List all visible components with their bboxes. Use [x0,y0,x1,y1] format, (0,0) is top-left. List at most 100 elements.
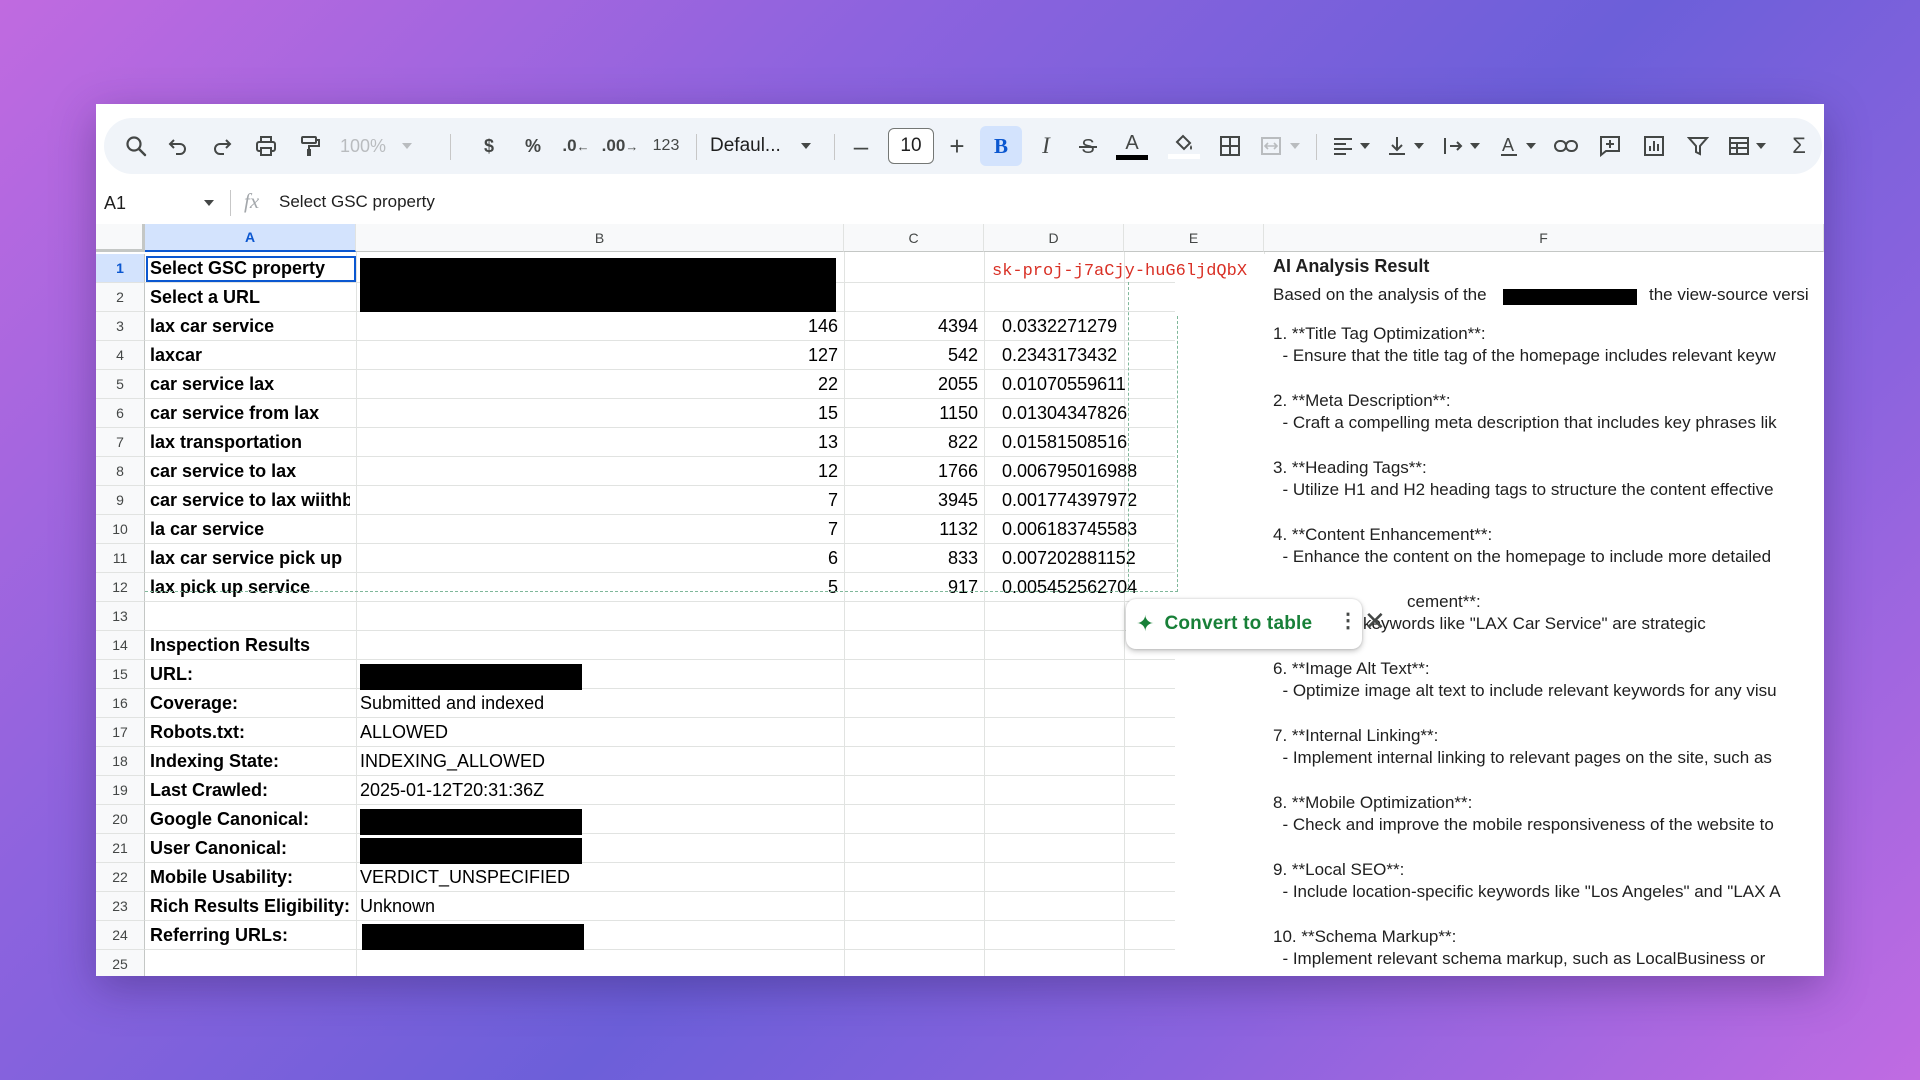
keyword-query[interactable]: lax car service pick up [150,544,350,573]
functions-icon[interactable]: Σ [1784,118,1814,174]
decrease-decimal-button[interactable]: .0 ← [558,118,594,174]
increase-font-size-button[interactable]: + [940,118,974,174]
keyword-column-b-value[interactable]: 7 [360,515,838,544]
keyword-column-b-value[interactable]: 15 [360,399,838,428]
column-header-b[interactable]: B [356,224,844,252]
cell-d1[interactable]: sk-proj-j7aCjy-huG6ljdQbX [992,257,1258,286]
row-header[interactable]: 1 [96,254,145,283]
keyword-query[interactable]: la car service [150,515,350,544]
name-box[interactable]: A1 [104,190,222,216]
row-header[interactable]: 20 [96,805,145,834]
decrease-font-size-button[interactable]: – [844,118,878,174]
row-header[interactable]: 25 [96,950,145,976]
print-icon[interactable] [248,118,284,174]
text-wrapping-icon[interactable] [1436,118,1486,174]
formula-input[interactable]: Select GSC property [279,192,435,212]
row-header[interactable]: 4 [96,341,145,370]
strikethrough-icon[interactable]: S [1068,118,1108,174]
mobile-label[interactable]: Mobile Usability: [150,863,350,892]
keyword-column-d-value[interactable]: 0.01070559611 [988,370,1138,399]
mobile-value[interactable]: VERDICT_UNSPECIFIED [360,863,760,892]
row-header[interactable]: 18 [96,747,145,776]
borders-icon[interactable] [1210,118,1250,174]
referring-urls-label[interactable]: Referring URLs: [150,921,350,950]
keyword-column-b-value[interactable]: 12 [360,457,838,486]
paint-format-icon[interactable] [292,118,328,174]
keyword-query[interactable]: car service to lax wiithb [150,486,350,515]
keyword-column-d-value[interactable]: 0.01304347826 [988,399,1138,428]
keyword-column-c-value[interactable]: 2055 [848,370,978,399]
row-header[interactable]: 12 [96,573,145,602]
keyword-query[interactable]: lax car service [150,312,350,341]
keyword-query[interactable]: car service to lax [150,457,350,486]
inspection-title[interactable]: Inspection Results [150,631,350,660]
row-header[interactable]: 3 [96,312,145,341]
vertical-align-icon[interactable] [1380,118,1430,174]
keyword-column-b-value[interactable]: 13 [360,428,838,457]
convert-to-table-button[interactable]: Convert to table [1164,613,1312,635]
keyword-query[interactable]: lax transportation [150,428,350,457]
select-all-corner[interactable] [96,224,145,252]
keyword-column-c-value[interactable]: 1150 [848,399,978,428]
column-header-d[interactable]: D [984,224,1124,252]
keyword-column-b-value[interactable]: 22 [360,370,838,399]
robots-value[interactable]: ALLOWED [360,718,760,747]
search-icon[interactable] [118,118,154,174]
keyword-column-d-value[interactable]: 0.2343173432 [988,341,1138,370]
fill-color-button[interactable] [1164,118,1204,174]
keyword-query[interactable]: laxcar [150,341,350,370]
rich-results-label[interactable]: Rich Results Eligibility: [150,892,356,921]
url-label[interactable]: URL: [150,660,350,689]
bold-button[interactable]: B [980,126,1022,166]
keyword-column-c-value[interactable]: 1766 [848,457,978,486]
row-header[interactable]: 7 [96,428,145,457]
cell-a2[interactable]: Select a URL [150,283,350,312]
keyword-column-b-value[interactable]: 6 [360,544,838,573]
row-header[interactable]: 16 [96,689,145,718]
more-formats-button[interactable]: 123 [646,118,686,174]
keyword-column-b-value[interactable]: 127 [360,341,838,370]
row-header[interactable]: 23 [96,892,145,921]
row-header[interactable]: 17 [96,718,145,747]
keyword-column-c-value[interactable]: 822 [848,428,978,457]
horizontal-align-icon[interactable] [1326,118,1376,174]
row-header[interactable]: 8 [96,457,145,486]
row-header[interactable]: 10 [96,515,145,544]
spreadsheet-grid[interactable]: A B C D E F 1 2 3 4 5 6 7 8 9 10 11 12 13 14 15 16 17 18 1… [96,224,1824,976]
font-select[interactable]: Defaul... [710,118,820,174]
more-options-icon[interactable]: ⋮ [1338,611,1358,631]
column-header-f[interactable]: F [1264,224,1824,252]
row-header[interactable]: 13 [96,602,145,631]
column-header-c[interactable]: C [844,224,984,252]
keyword-column-b-value[interactable]: 5 [360,573,838,602]
text-rotation-icon[interactable]: A [1492,118,1542,174]
currency-format-button[interactable]: $ [474,118,504,174]
italic-button[interactable]: I [1026,118,1066,174]
row-header[interactable]: 21 [96,834,145,863]
keyword-column-d-value[interactable]: 0.01581508516 [988,428,1138,457]
row-header[interactable]: 19 [96,776,145,805]
indexing-value[interactable]: INDEXING_ALLOWED [360,747,760,776]
keyword-column-c-value[interactable]: 542 [848,341,978,370]
keyword-query[interactable]: car service lax [150,370,350,399]
text-color-button[interactable]: A [1112,118,1152,174]
keyword-column-d-value[interactable]: 0.006795016988 [988,457,1138,486]
crawled-label[interactable]: Last Crawled: [150,776,350,805]
crawled-value[interactable]: 2025-01-12T20:31:36Z [360,776,760,805]
undo-icon[interactable] [160,118,196,174]
coverage-label[interactable]: Coverage: [150,689,350,718]
row-header[interactable]: 11 [96,544,145,573]
rich-results-value[interactable]: Unknown [360,892,760,921]
filter-icon[interactable] [1680,118,1716,174]
keyword-query[interactable]: car service from lax [150,399,350,428]
google-canonical-label[interactable]: Google Canonical: [150,805,350,834]
keyword-column-c-value[interactable]: 917 [848,573,978,602]
merge-cells-icon[interactable] [1252,118,1308,174]
close-icon[interactable]: ✕ [1364,608,1386,634]
zoom-select[interactable]: 100% [340,118,426,174]
keyword-column-d-value[interactable]: 0.001774397972 [988,486,1138,515]
keyword-column-c-value[interactable]: 1132 [848,515,978,544]
keyword-column-b-value[interactable]: 146 [360,312,838,341]
keyword-column-c-value[interactable]: 4394 [848,312,978,341]
insert-comment-icon[interactable] [1592,118,1628,174]
